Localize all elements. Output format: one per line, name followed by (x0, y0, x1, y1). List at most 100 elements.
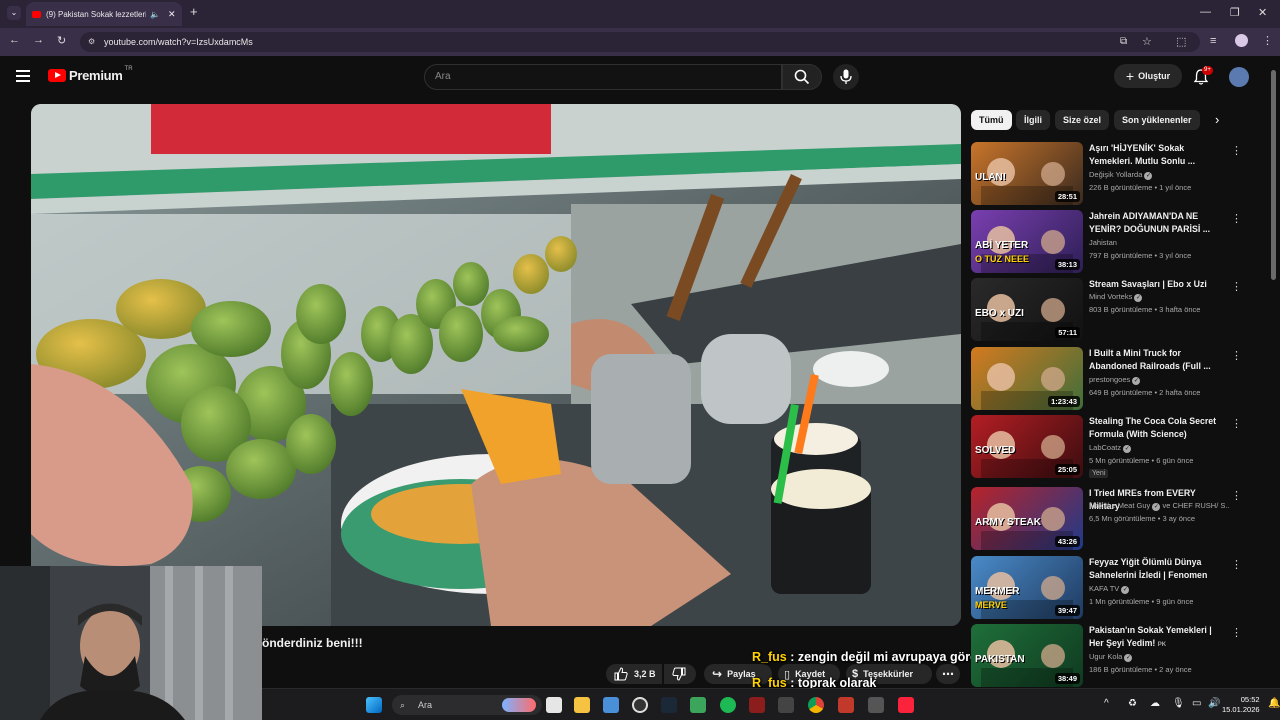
music-app-icon[interactable] (898, 697, 914, 713)
tab-list-chevron-icon[interactable]: ⌄ (7, 6, 21, 20)
more-options-icon[interactable]: ⋮ (1231, 489, 1242, 502)
more-options-icon[interactable]: ⋮ (1231, 280, 1242, 293)
page-scrollbar[interactable] (1271, 70, 1276, 280)
taskbar-app-icon[interactable] (603, 697, 619, 713)
recommendation-item[interactable]: MERMER MERVE 39:47 Feyyaz Yiğit Ölümlü Düny… (971, 556, 1242, 620)
chrome-icon[interactable] (808, 697, 824, 713)
create-button[interactable]: + Oluştur (1114, 64, 1182, 88)
minimize-icon[interactable]: — (1200, 6, 1211, 18)
channel-name[interactable]: Ugur Kola ✓ (1089, 652, 1229, 662)
chip-related[interactable]: İlgili (1016, 110, 1050, 130)
voice-search-button[interactable] (833, 64, 859, 90)
video-title[interactable]: Stream Savaşları | Ebo x Uzi (1089, 278, 1217, 291)
recommendation-item[interactable]: ULAN! 28:51 Aşırı 'HİJYENİK' Sokak Yemekle… (971, 142, 1242, 206)
video-title[interactable]: Stealing The Coca Cola Secret Formula (W… (1089, 415, 1217, 441)
tab-close-icon[interactable]: ✕ (168, 9, 176, 20)
video-thumbnail[interactable]: EBO x UZI 57:11 (971, 278, 1083, 341)
more-actions-button[interactable]: ⋯ (936, 664, 960, 684)
url-field[interactable]: ⚙ youtube.com/watch?v=IzsUxdamcMs (80, 32, 1200, 52)
video-title[interactable]: Jahrein ADIYAMAN'DA NE YENİR? DOĞUNUN PA… (1089, 210, 1217, 236)
restore-icon[interactable]: ❐ (1230, 6, 1240, 19)
channel-name[interactable]: LabCoatz ✓ (1089, 443, 1229, 453)
video-thumbnail[interactable]: ARMY STEAK 43:26 (971, 487, 1083, 550)
video-thumbnail[interactable]: 1:23:43 (971, 347, 1083, 410)
youtube-logo[interactable]: Premium TR (48, 66, 133, 83)
mic-tray-icon[interactable]: 🎙 (1172, 698, 1185, 709)
video-title[interactable]: Pakistan'ın Sokak Yemekleri | Her Şeyi Y… (1089, 624, 1217, 651)
recommendation-item[interactable]: ARMY STEAK 43:26 I Tried MREs from EVERY M… (971, 487, 1242, 551)
new-tab-icon[interactable]: + (190, 4, 198, 19)
tray-chevron-icon[interactable]: ^ (1104, 698, 1109, 709)
cloud-icon[interactable]: ☁ (1150, 698, 1160, 709)
obs-icon[interactable] (632, 697, 648, 713)
tray-app-icon[interactable]: ♻ (1128, 698, 1137, 709)
channel-name[interactable]: KAFA TV ✓ (1089, 584, 1229, 594)
video-thumbnail[interactable]: ULAN! 28:51 (971, 142, 1083, 205)
recommendation-item[interactable]: EBO x UZI 57:11 Stream Savaşları | Ebo x U… (971, 278, 1242, 342)
channel-name[interactable]: prestongoes ✓ (1089, 375, 1229, 385)
taskbar-app-icon[interactable] (838, 697, 854, 713)
chips-next-icon[interactable]: › (1215, 112, 1219, 127)
recommendation-item[interactable]: ABİ YETER O TUZ NEEE 38:13 Jahrein ADIYAMAN… (971, 210, 1242, 274)
profile-icon[interactable] (1235, 34, 1248, 47)
taskbar-app-icon[interactable] (690, 697, 706, 713)
more-options-icon[interactable]: ⋮ (1231, 558, 1242, 571)
video-thumbnail[interactable]: ABİ YETER O TUZ NEEE 38:13 (971, 210, 1083, 273)
more-options-icon[interactable]: ⋮ (1231, 626, 1242, 639)
more-options-icon[interactable]: ⋮ (1231, 417, 1242, 430)
spotify-icon[interactable] (720, 697, 736, 713)
system-clock[interactable]: 05:52 15.01.2026 (1222, 695, 1260, 715)
notifications-icon[interactable]: 🔔 (1268, 698, 1280, 709)
video-thumbnail[interactable]: SOLVED 25:05 (971, 415, 1083, 478)
install-app-icon[interactable]: ⧉ (1120, 36, 1127, 47)
more-options-icon[interactable]: ⋮ (1231, 349, 1242, 362)
channel-name[interactable]: Jahistan (1089, 238, 1229, 247)
browser-menu-icon[interactable]: ⋮ (1262, 34, 1273, 47)
volume-icon[interactable]: 🔊 (1208, 698, 1220, 709)
dislike-button[interactable] (664, 664, 696, 684)
extensions-icon[interactable]: ⬚ (1176, 35, 1186, 48)
video-meta: 5 Mn görüntüleme • 6 gün önce (1089, 456, 1194, 465)
back-icon[interactable]: ← (9, 34, 20, 46)
forward-icon[interactable]: → (33, 34, 44, 46)
video-title[interactable]: Aşırı 'HİJYENİK' Sokak Yemekleri. Mutlu … (1089, 142, 1217, 168)
close-window-icon[interactable]: ✕ (1258, 6, 1267, 19)
like-button[interactable]: 3,2 B (606, 664, 662, 684)
channel-name[interactable]: Değişik Yollarda ✓ (1089, 170, 1229, 180)
video-title[interactable]: Feyyaz Yiğit Ölümlü Dünya Sahnelerini İz… (1089, 556, 1217, 583)
network-icon[interactable]: ▭ (1192, 698, 1201, 709)
taskbar-search-input[interactable]: ⌕ Ara (392, 695, 542, 715)
more-options-icon[interactable]: ⋮ (1231, 212, 1242, 225)
browser-tab-active[interactable]: (9) Pakistan Sokak lezzetleri 🔈 ✕ (26, 2, 182, 26)
file-explorer-icon[interactable] (574, 697, 590, 713)
task-view-icon[interactable] (546, 697, 562, 713)
recommendation-item[interactable]: SOLVED 25:05 Stealing The Coca Cola Secret… (971, 415, 1242, 479)
recommendation-item[interactable]: 1:23:43 I Built a Mini Truck for Abandone… (971, 347, 1242, 411)
channel-name[interactable]: Max the Meat Guy ✓ ve CHEF RUSH/ S... (1089, 501, 1229, 511)
taskbar-app-icon[interactable] (778, 697, 794, 713)
video-thumbnail[interactable]: MERMER MERVE 39:47 (971, 556, 1083, 619)
more-options-icon[interactable]: ⋮ (1231, 144, 1242, 157)
site-info-icon[interactable]: ⚙ (88, 32, 95, 52)
video-player[interactable] (31, 104, 961, 626)
chip-for-you[interactable]: Size özel (1055, 110, 1110, 130)
reading-list-icon[interactable]: ≡ (1210, 35, 1216, 47)
channel-name[interactable]: Mind Vorteks ✓ (1089, 292, 1229, 302)
bookmark-star-icon[interactable]: ☆ (1142, 35, 1152, 48)
hamburger-menu-icon[interactable] (16, 70, 30, 82)
calculator-icon[interactable] (868, 697, 884, 713)
taskbar-app-icon[interactable] (749, 697, 765, 713)
windows-start-icon[interactable] (366, 697, 382, 713)
tab-audio-icon[interactable]: 🔈 (150, 10, 160, 19)
user-avatar[interactable] (1229, 67, 1249, 87)
reload-icon[interactable]: ↻ (57, 34, 66, 47)
video-title-text: Stealing The Coca Cola Secret Formula (W… (1089, 416, 1217, 439)
search-input[interactable]: Ara (424, 64, 782, 90)
video-thumbnail[interactable]: PAKISTAN 38:49 (971, 624, 1083, 687)
video-title[interactable]: I Built a Mini Truck for Abandoned Railr… (1089, 347, 1217, 373)
chip-recently-uploaded[interactable]: Son yüklenenler (1114, 110, 1200, 130)
steam-icon[interactable] (661, 697, 677, 713)
recommendation-item[interactable]: PAKISTAN 38:49 Pakistan'ın Sokak Yemekleri… (971, 624, 1242, 688)
chip-all[interactable]: Tümü (971, 110, 1012, 130)
search-button[interactable] (782, 64, 822, 90)
